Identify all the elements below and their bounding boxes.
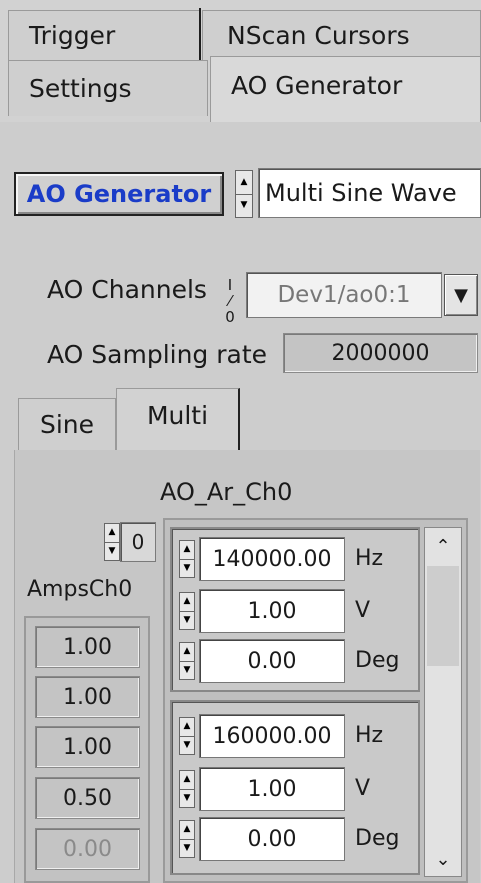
freq-value: 160000.00 bbox=[212, 723, 332, 749]
index-down-icon[interactable]: ▼ bbox=[105, 541, 119, 561]
tab-nscan-cursors-label: NScan Cursors bbox=[227, 21, 410, 50]
io-icon: I ⁄ 0 bbox=[225, 276, 235, 326]
tab-trigger[interactable]: Trigger bbox=[8, 10, 200, 60]
freq-unit: Hz bbox=[355, 723, 384, 748]
waveform-select[interactable]: Multi Sine Wave bbox=[258, 168, 481, 218]
scroll-down-icon[interactable]: ⌄ bbox=[426, 842, 460, 876]
ao-sampling-rate-value: 2000000 bbox=[331, 340, 430, 366]
amps-value: 1.00 bbox=[63, 684, 112, 710]
scrollbar-thumb[interactable] bbox=[427, 566, 459, 666]
amps-cell: 1.00 bbox=[35, 726, 140, 768]
array-title: AO_Ar_Ch0 bbox=[160, 478, 293, 506]
phase-spinner-icon[interactable]: ▲ ▼ bbox=[179, 820, 195, 858]
ao-sampling-rate-label: AO Sampling rate bbox=[47, 340, 268, 369]
tab-multi[interactable]: Multi bbox=[116, 388, 240, 450]
amps-value: 0.50 bbox=[63, 785, 112, 811]
ao-sampling-rate-readout: 2000000 bbox=[283, 333, 478, 373]
array-index-value: 0 bbox=[131, 530, 145, 554]
tab-settings[interactable]: Settings bbox=[8, 60, 208, 116]
spin-up-icon[interactable]: ▲ bbox=[236, 171, 252, 194]
ao-channels-value: Dev1/ao0:1 bbox=[277, 282, 411, 308]
array-index-field[interactable]: 0 bbox=[120, 522, 156, 562]
phase-spinner-icon[interactable]: ▲ ▼ bbox=[179, 642, 195, 680]
ao-channels-label: AO Channels bbox=[47, 275, 207, 304]
amp-spinner-icon[interactable]: ▲ ▼ bbox=[179, 770, 195, 808]
spin-up-icon[interactable]: ▲ bbox=[180, 771, 194, 789]
phase-value: 0.00 bbox=[247, 826, 297, 852]
phase-unit: Deg bbox=[355, 826, 400, 851]
amp-unit: V bbox=[355, 598, 371, 623]
tab-nscan-cursors[interactable]: NScan Cursors bbox=[202, 10, 481, 60]
tab-sine[interactable]: Sine bbox=[18, 398, 116, 450]
spin-up-icon[interactable]: ▲ bbox=[180, 718, 194, 736]
amp-spinner-icon[interactable]: ▲ ▼ bbox=[179, 592, 195, 630]
freq-field[interactable]: 140000.00 bbox=[199, 537, 345, 581]
tab-ao-generator-label: AO Generator bbox=[231, 71, 403, 100]
freq-spinner-icon[interactable]: ▲ ▼ bbox=[179, 540, 195, 578]
amps-cell: 0.50 bbox=[35, 777, 140, 819]
freq-field[interactable]: 160000.00 bbox=[199, 714, 345, 758]
amp-value: 1.00 bbox=[247, 598, 297, 624]
freq-unit: Hz bbox=[355, 546, 384, 571]
spin-up-icon[interactable]: ▲ bbox=[180, 821, 194, 839]
waveform-select-value: Multi Sine Wave bbox=[265, 179, 457, 207]
ao-generator-button[interactable]: AO Generator bbox=[14, 172, 224, 216]
tab-multi-label: Multi bbox=[146, 401, 209, 430]
amp-field[interactable]: 1.00 bbox=[199, 767, 345, 811]
spin-down-icon[interactable]: ▼ bbox=[180, 558, 194, 578]
index-up-icon[interactable]: ▲ bbox=[105, 524, 119, 542]
spin-down-icon[interactable]: ▼ bbox=[180, 660, 194, 680]
amps-value: 1.00 bbox=[63, 634, 112, 660]
spin-up-icon[interactable]: ▲ bbox=[180, 593, 194, 611]
scroll-up-icon[interactable]: ⌃ bbox=[426, 529, 460, 563]
amps-value: 0.00 bbox=[63, 836, 112, 862]
spin-down-icon[interactable]: ▼ bbox=[180, 735, 194, 755]
phase-value: 0.00 bbox=[247, 648, 297, 674]
spin-up-icon[interactable]: ▲ bbox=[180, 643, 194, 661]
phase-field[interactable]: 0.00 bbox=[199, 817, 345, 861]
amps-cell-disabled: 0.00 bbox=[35, 828, 140, 870]
amps-label: AmpsCh0 bbox=[27, 577, 133, 602]
freq-value: 140000.00 bbox=[212, 546, 332, 572]
amp-unit: V bbox=[355, 776, 371, 801]
spin-down-icon[interactable]: ▼ bbox=[236, 193, 252, 218]
spin-down-icon[interactable]: ▼ bbox=[180, 838, 194, 858]
tab-ao-generator[interactable]: AO Generator bbox=[210, 56, 481, 122]
amp-field[interactable]: 1.00 bbox=[199, 589, 345, 633]
spin-down-icon[interactable]: ▼ bbox=[180, 610, 194, 630]
ao-generator-button-label: AO Generator bbox=[26, 180, 212, 208]
dropdown-arrow-icon[interactable]: ▼ bbox=[444, 274, 478, 316]
spin-up-icon[interactable]: ▲ bbox=[180, 541, 194, 559]
tab-divider bbox=[199, 8, 201, 60]
phase-unit: Deg bbox=[355, 648, 400, 673]
tab-trigger-label: Trigger bbox=[29, 21, 116, 50]
spin-down-icon[interactable]: ▼ bbox=[180, 788, 194, 808]
amps-cell: 1.00 bbox=[35, 676, 140, 718]
freq-spinner-icon[interactable]: ▲ ▼ bbox=[179, 717, 195, 755]
tab-settings-label: Settings bbox=[29, 74, 132, 103]
tab-sine-label: Sine bbox=[39, 410, 95, 439]
amp-value: 1.00 bbox=[247, 776, 297, 802]
amps-value: 1.00 bbox=[63, 734, 112, 760]
spinner-arrows-icon[interactable]: ▲ ▼ bbox=[235, 170, 253, 218]
phase-field[interactable]: 0.00 bbox=[199, 639, 345, 683]
index-spinner-icon[interactable]: ▲ ▼ bbox=[104, 523, 120, 561]
amps-cell: 1.00 bbox=[35, 626, 140, 668]
ao-channels-field[interactable]: Dev1/ao0:1 bbox=[246, 272, 442, 318]
